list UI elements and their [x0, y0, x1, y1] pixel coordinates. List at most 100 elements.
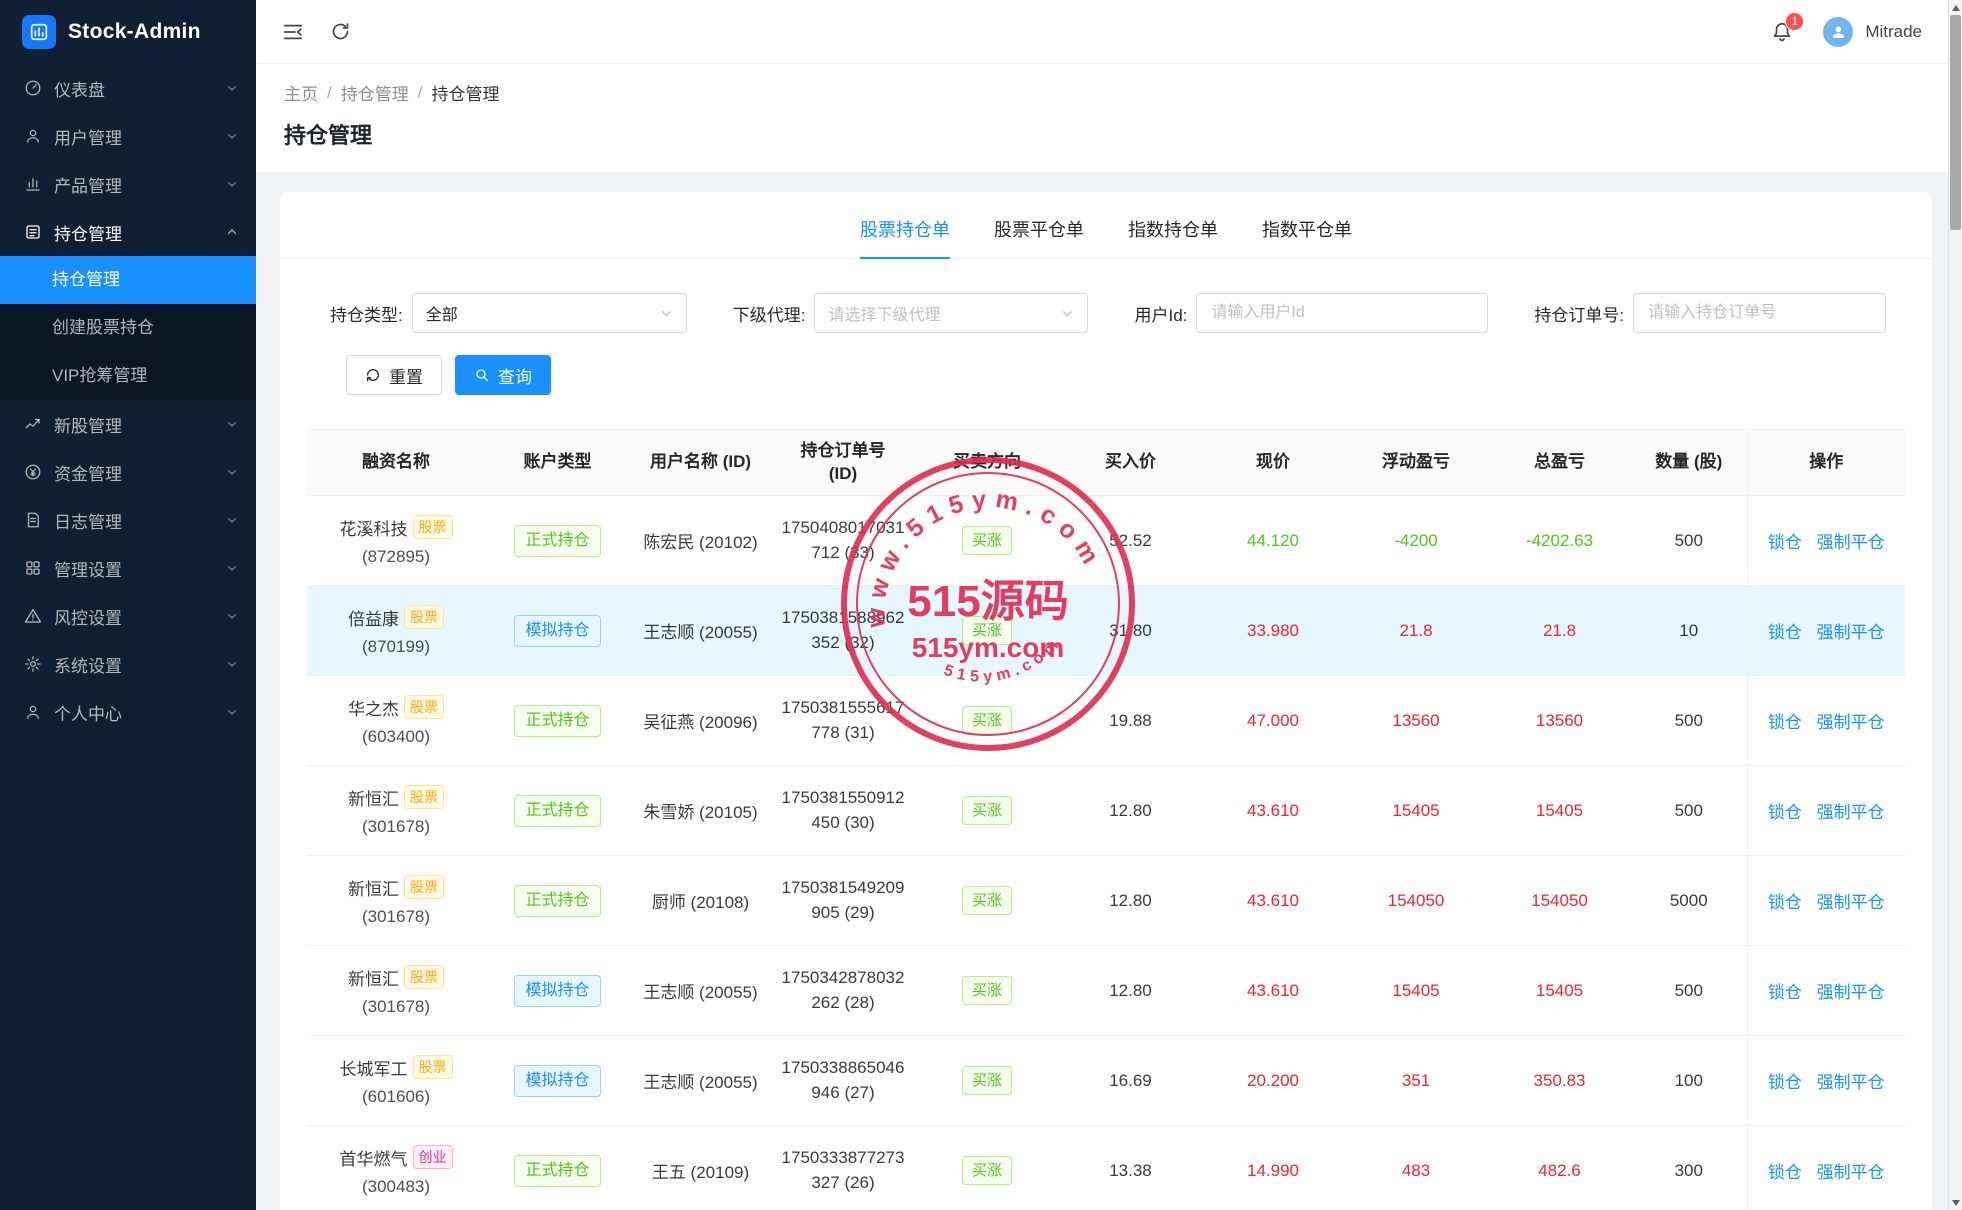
user-icon	[1832, 26, 1844, 38]
scrollbar-thumb[interactable]	[1950, 15, 1961, 230]
total-pl: 154050	[1488, 855, 1631, 946]
breadcrumb-item[interactable]: 持仓管理	[341, 80, 409, 105]
products-icon	[24, 175, 42, 193]
column-header: 买卖方向	[915, 429, 1059, 496]
current-price: 43.610	[1202, 765, 1344, 856]
app-title: Stock-Admin	[68, 20, 201, 43]
force-close-link[interactable]: 强制平仓	[1817, 893, 1885, 912]
direction-tag: 买涨	[961, 526, 1012, 555]
window-scrollbar[interactable]	[1948, 0, 1962, 1210]
stock-code: (870199)	[361, 636, 431, 656]
positions-icon	[24, 223, 42, 241]
sidebar-item-users[interactable]: 用户管理	[0, 112, 256, 160]
lock-position-link[interactable]: 锁仓	[1768, 713, 1802, 732]
sidebar-item-system[interactable]: 系统设置	[0, 640, 256, 688]
account-type-tag: 模拟持仓	[514, 1064, 601, 1097]
stock-code: (872895)	[361, 546, 431, 566]
table-row: 新恒汇 股票 (301678) 正式持仓 朱雪娇 (20105) 1750381…	[307, 765, 1905, 856]
user-id-input[interactable]	[1196, 293, 1489, 333]
agent-label: 下级代理:	[732, 305, 806, 325]
sidebar-item-logs[interactable]: 日志管理	[0, 496, 256, 544]
users-icon	[24, 127, 42, 145]
username[interactable]: Mitrade	[1865, 22, 1922, 42]
sidebar-subitem-position-manage[interactable]: 持仓管理	[0, 256, 256, 304]
table-header-row: 融资名称 账户类型 用户名称 (ID) 持仓订单号 (ID) 买卖方向 买入价 现价 浮动盈亏…	[307, 429, 1905, 496]
positions-card: 股票持仓单 股票平仓单 指数持仓单 指数平仓单 持仓类型: 全部 下级代理: 请选择下…	[280, 192, 1932, 1210]
column-header: 用户名称 (ID)	[630, 429, 771, 496]
quantity: 10	[1631, 585, 1747, 676]
stock-name: 首华燃气	[339, 1149, 408, 1169]
force-close-link[interactable]: 强制平仓	[1817, 713, 1885, 732]
menu-fold-icon[interactable]	[282, 21, 304, 43]
notification-bell[interactable]: 1	[1771, 11, 1805, 43]
content-area: 股票持仓单 股票平仓单 指数持仓单 指数平仓单 持仓类型: 全部 下级代理: 请选择下…	[256, 172, 1948, 1210]
stock-code: (301678)	[361, 816, 431, 836]
agent-placeholder: 请选择下级代理	[828, 307, 941, 324]
floating-pl: 21.8	[1344, 585, 1488, 676]
sidebar-item-admin-settings[interactable]: 管理设置	[0, 544, 256, 592]
stock-name: 倍益康	[348, 609, 399, 629]
lock-position-link[interactable]: 锁仓	[1768, 983, 1802, 1002]
force-close-link[interactable]: 强制平仓	[1817, 803, 1885, 822]
chevron-down-icon	[226, 658, 238, 670]
stock-type-tag: 创业	[412, 1145, 453, 1169]
force-close-link[interactable]: 强制平仓	[1817, 983, 1885, 1002]
lock-position-link[interactable]: 锁仓	[1768, 803, 1802, 822]
logo-icon	[22, 15, 56, 49]
refresh-icon[interactable]	[330, 21, 351, 42]
logo[interactable]: Stock-Admin	[0, 0, 256, 64]
tab-stock-positions[interactable]: 股票持仓单	[860, 216, 950, 259]
profile-icon	[24, 703, 42, 721]
tab-index-closed[interactable]: 指数平仓单	[1262, 216, 1352, 259]
buy-price: 19.88	[1059, 675, 1202, 766]
lock-position-link[interactable]: 锁仓	[1768, 1163, 1802, 1182]
stock-name: 花溪科技	[339, 519, 408, 539]
search-button[interactable]: 查询	[455, 355, 551, 395]
order-number: 1750333877273327	[781, 1147, 905, 1192]
current-price: 44.120	[1202, 495, 1344, 586]
reset-label: 重置	[389, 367, 423, 387]
position-type-select[interactable]: 全部	[411, 293, 687, 333]
sidebar-item-dashboard[interactable]: 仪表盘	[0, 64, 256, 112]
chevron-down-icon	[226, 178, 238, 190]
order-no-input[interactable]	[1633, 293, 1887, 333]
lock-position-link[interactable]: 锁仓	[1768, 1073, 1802, 1092]
sidebar-item-funds[interactable]: 资金管理	[0, 448, 256, 496]
scroll-down-arrow[interactable]	[1949, 1195, 1962, 1210]
tab-index-positions[interactable]: 指数持仓单	[1128, 216, 1218, 259]
lock-position-link[interactable]: 锁仓	[1768, 533, 1802, 552]
order-number: 1750381588962352	[781, 607, 905, 652]
table-row: 倍益康 股票 (870199) 模拟持仓 王志顺 (20055) 1750381…	[307, 585, 1905, 676]
order-id: (33)	[844, 542, 875, 562]
avatar[interactable]	[1823, 16, 1854, 47]
current-price: 43.610	[1202, 855, 1344, 946]
chevron-down-icon	[226, 130, 238, 142]
agent-select[interactable]: 请选择下级代理	[814, 293, 1089, 333]
sidebar-item-new-stocks[interactable]: 新股管理	[0, 400, 256, 448]
quantity: 500	[1631, 765, 1747, 856]
column-header: 账户类型	[485, 429, 630, 496]
force-close-link[interactable]: 强制平仓	[1817, 533, 1885, 552]
stock-type-tag: 股票	[404, 605, 444, 629]
app-root: Stock-Admin 仪表盘 用户管理 产品管理 持仓管理 持仓管理 创建股票持…	[0, 0, 1962, 1210]
sidebar-subitem-create-position[interactable]: 创建股票持仓	[0, 304, 256, 352]
lock-position-link[interactable]: 锁仓	[1768, 623, 1802, 642]
force-close-link[interactable]: 强制平仓	[1817, 1163, 1885, 1182]
lock-position-link[interactable]: 锁仓	[1768, 893, 1802, 912]
sidebar-item-profile[interactable]: 个人中心	[0, 688, 256, 736]
sidebar-item-risk[interactable]: 风控设置	[0, 592, 256, 640]
sidebar-item-products[interactable]: 产品管理	[0, 160, 256, 208]
tab-stock-closed[interactable]: 股票平仓单	[994, 216, 1084, 259]
breadcrumb: 主页 / 持仓管理 / 持仓管理	[284, 80, 1920, 105]
quantity: 5000	[1631, 855, 1747, 946]
sidebar-subitem-vip-grab[interactable]: VIP抢筹管理	[0, 352, 256, 400]
reset-button[interactable]: 重置	[346, 355, 442, 395]
sidebar-item-positions[interactable]: 持仓管理	[0, 208, 256, 256]
account-type-tag: 正式持仓	[514, 1154, 601, 1187]
force-close-link[interactable]: 强制平仓	[1817, 1073, 1885, 1092]
force-close-link[interactable]: 强制平仓	[1817, 623, 1885, 642]
chevron-down-icon	[226, 610, 238, 622]
breadcrumb-item[interactable]: 主页	[284, 80, 318, 105]
buy-price: 12.80	[1059, 855, 1202, 946]
scroll-up-arrow[interactable]	[1949, 0, 1962, 15]
